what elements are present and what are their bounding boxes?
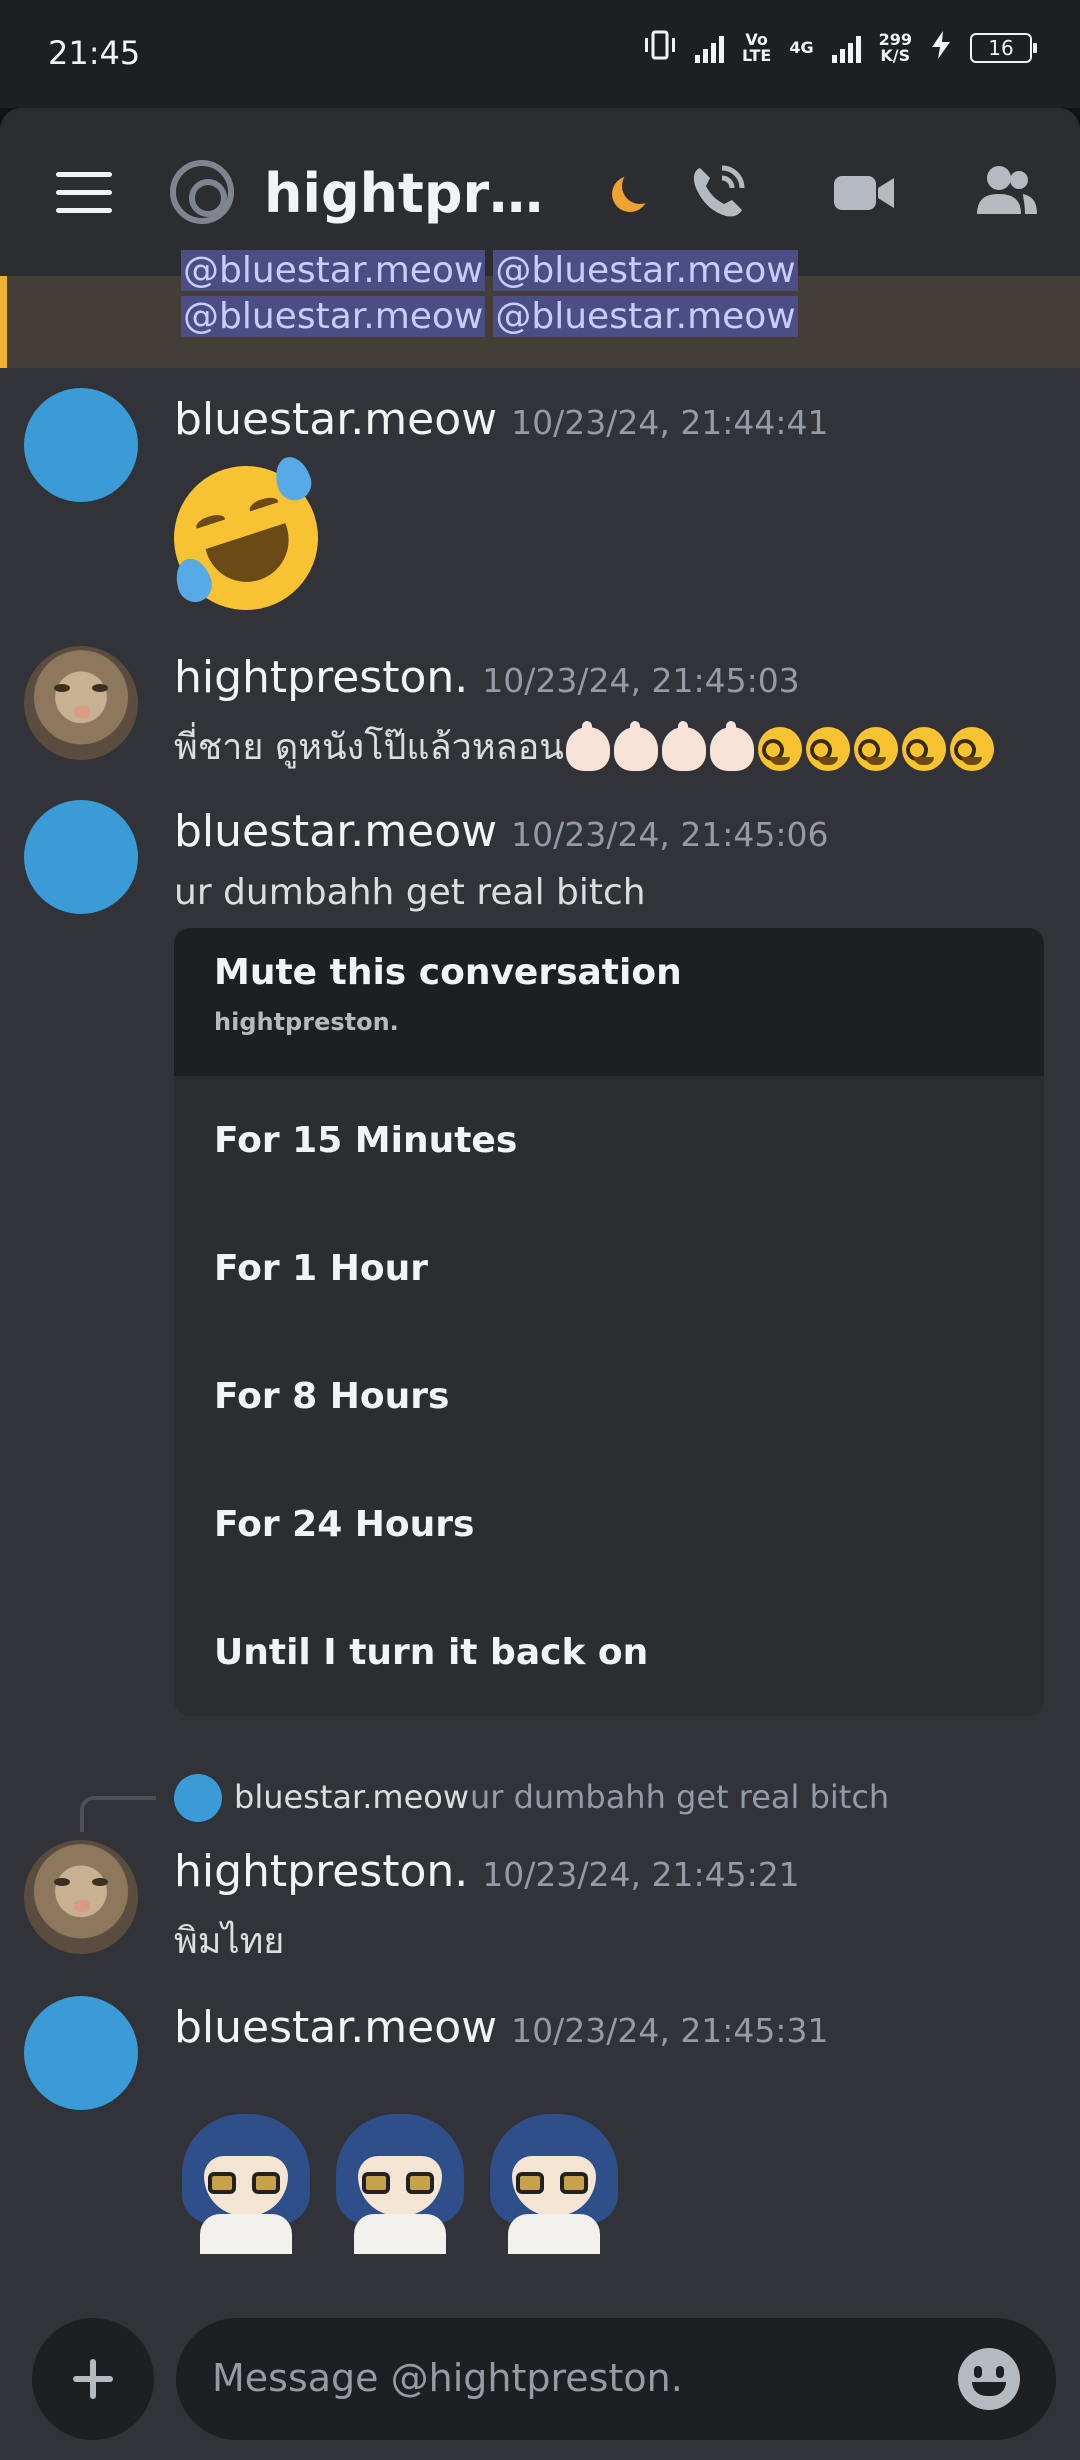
emoji-eye [247,494,281,518]
message-header: hightpreston. 10/23/24, 21:45:21 [174,1846,800,1897]
message-content: พี่ชาย ดูหนังโป๊แล้วหลอน [174,718,994,775]
video-icon[interactable] [826,154,902,230]
message-header: bluestar.meow 10/23/24, 21:44:41 [174,394,829,445]
username[interactable]: hightpreston. [174,1846,468,1897]
mute-15-minutes[interactable]: For 15 Minutes [174,1076,1044,1204]
mention-tag[interactable]: @bluestar.meow [181,296,486,337]
emoji-tear [170,554,217,607]
pointing-up-emoji-icon [565,721,610,771]
message-text: ur dumbahh get real bitch [174,872,646,913]
members-icon[interactable] [968,154,1044,230]
avatar[interactable] [24,1996,138,2110]
signal-icon [694,33,724,63]
username[interactable]: hightpreston. [174,652,468,703]
vibrate-icon [643,30,677,66]
signal-icon-2 [831,33,861,63]
mention-row-1: @bluestar.meow @bluestar.meow [181,250,806,291]
nerd-face-emoji-icon [757,727,802,771]
avatar[interactable] [24,800,138,914]
timestamp: 10/23/24, 21:45:21 [482,1855,800,1894]
username[interactable]: bluestar.meow [174,394,497,445]
timestamp: 10/23/24, 21:45:06 [511,815,829,854]
pointing-up-emoji-icon [709,721,754,771]
sticker-glasses [406,2172,434,2194]
sticker-glasses [252,2172,280,2194]
timestamp: 10/23/24, 21:45:31 [511,2011,829,2050]
call-icon[interactable] [680,154,756,230]
sticker-body [354,2214,446,2254]
menu-subtitle: hightpreston. [214,1008,399,1036]
add-attachment-button[interactable] [32,2318,154,2440]
reply-username[interactable]: bluestar.meow [234,1778,469,1816]
sticker[interactable] [328,2110,472,2254]
battery-icon: 16 [970,33,1037,63]
menu-title: Mute this conversation [214,952,682,993]
charging-icon [930,30,952,66]
emoji-picker-icon[interactable] [958,2348,1020,2410]
avatar[interactable] [24,646,138,760]
nerd-face-emoji-icon [853,727,898,771]
sticker[interactable] [174,2110,318,2254]
reply-preview-text[interactable]: ur dumbahh get real bitch [470,1778,889,1816]
username[interactable]: bluestar.meow [174,2002,497,2053]
timestamp: 10/23/24, 21:44:41 [511,403,829,442]
message-input[interactable]: Message @hightpreston. [176,2318,1056,2440]
reply-avatar[interactable] [174,1774,222,1822]
mute-8-hours[interactable]: For 8 Hours [174,1332,1044,1460]
mention-tag[interactable]: @bluestar.meow [181,250,486,291]
pointing-up-emoji-icon [661,721,706,771]
timestamp: 10/23/24, 21:45:03 [482,661,800,700]
highlighted-message[interactable]: @bluestar.meow @bluestar.meow @bluestar.m… [0,250,1080,368]
mute-conversation-menu: Mute this conversation hightpreston. For… [174,928,1044,1716]
sticker-glasses [208,2172,236,2194]
at-icon [170,160,234,224]
sticker[interactable] [482,2110,626,2254]
message-header: bluestar.meow 10/23/24, 21:45:31 [174,2002,829,2053]
chat-screen: hightpres... @bluestar.meow@bluestar.meo… [0,108,1080,2460]
avatar[interactable] [24,388,138,502]
reply-connector [80,1796,156,1832]
laughing-emoji-icon[interactable] [155,447,337,629]
mute-24-hours[interactable]: For 24 Hours [174,1460,1044,1588]
menu-icon[interactable] [56,172,112,213]
message-input-placeholder: Message @hightpreston. [212,2356,683,2400]
sticker-body [508,2214,600,2254]
network-type: 4G [789,38,814,57]
mute-1-hour[interactable]: For 1 Hour [174,1204,1044,1332]
plus-icon [73,2359,113,2399]
message-text: พี่ชาย ดูหนังโป๊แล้วหลอน [174,727,564,768]
status-time: 21:45 [48,34,141,72]
conversation-title[interactable]: hightpres... [264,162,574,225]
mute-until-turned-on[interactable]: Until I turn it back on [174,1588,1044,1716]
mention-tag[interactable]: @bluestar.meow [493,296,798,337]
nerd-face-emoji-icon [949,727,994,771]
avatar[interactable] [24,1840,138,1954]
sticker-glasses [516,2172,544,2194]
status-bar: 21:45 Vo LTE 4G 299 K/S 16 [0,0,1080,108]
mention-tag[interactable]: @bluestar.meow [493,250,798,291]
username[interactable]: bluestar.meow [174,806,497,857]
message-text: พิมไทย [174,1921,285,1962]
nerd-face-emoji-icon [901,727,946,771]
message-header: hightpreston. 10/23/24, 21:45:03 [174,652,800,703]
status-icons: Vo LTE 4G 299 K/S 16 [643,30,1037,66]
message-header: bluestar.meow 10/23/24, 21:45:06 [174,806,829,857]
menu-header: Mute this conversation hightpreston. [174,928,1044,1076]
nerd-face-emoji-icon [805,727,850,771]
sticker-glasses [362,2172,390,2194]
volte-label: Vo LTE [742,32,771,64]
speed-unit: K/S [880,46,911,65]
emoji-run [565,721,994,771]
network-speed: 299 K/S [879,32,912,64]
sticker-glasses [560,2172,588,2194]
emoji-mouth [205,523,300,593]
moon-status-icon [622,168,658,204]
emoji-tear [269,452,316,505]
pointing-up-emoji-icon [613,721,658,771]
battery-level: 16 [988,36,1014,60]
mention-row-2: @bluestar.meow @bluestar.meow [181,296,806,337]
volte-sub-text: LTE [741,46,772,65]
sticker-body [200,2214,292,2254]
emoji-eye [194,511,228,535]
